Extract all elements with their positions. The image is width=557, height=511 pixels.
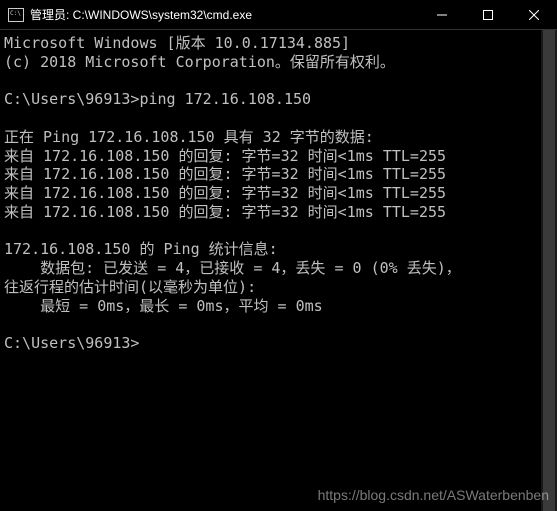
titlebar: 管理员: C:\WINDOWS\system32\cmd.exe bbox=[0, 0, 557, 30]
terminal-line: 数据包: 已发送 = 4，已接收 = 4，丢失 = 0 (0% 丢失)， bbox=[4, 259, 553, 278]
terminal-line bbox=[4, 109, 553, 128]
terminal-line: 正在 Ping 172.16.108.150 具有 32 字节的数据: bbox=[4, 128, 553, 147]
terminal-line bbox=[4, 72, 553, 91]
close-button[interactable] bbox=[511, 0, 557, 29]
cmd-icon bbox=[8, 8, 24, 22]
terminal-line: 来自 172.16.108.150 的回复: 字节=32 时间<1ms TTL=… bbox=[4, 165, 553, 184]
titlebar-controls bbox=[419, 0, 557, 29]
terminal-line: 最短 = 0ms，最长 = 0ms，平均 = 0ms bbox=[4, 297, 553, 316]
terminal-line: C:\Users\96913> bbox=[4, 334, 553, 353]
terminal-line: Microsoft Windows [版本 10.0.17134.885] bbox=[4, 34, 553, 53]
terminal-line: C:\Users\96913>ping 172.16.108.150 bbox=[4, 90, 553, 109]
watermark: https://blog.csdn.net/ASWaterbenben bbox=[318, 487, 549, 503]
terminal-line: 来自 172.16.108.150 的回复: 字节=32 时间<1ms TTL=… bbox=[4, 184, 553, 203]
terminal-line: 172.16.108.150 的 Ping 统计信息: bbox=[4, 240, 553, 259]
terminal-line: 往返行程的估计时间(以毫秒为单位): bbox=[4, 278, 553, 297]
terminal-line: (c) 2018 Microsoft Corporation。保留所有权利。 bbox=[4, 53, 553, 72]
terminal-line bbox=[4, 222, 553, 241]
titlebar-left: 管理员: C:\WINDOWS\system32\cmd.exe bbox=[8, 6, 252, 23]
terminal-output[interactable]: Microsoft Windows [版本 10.0.17134.885](c)… bbox=[0, 30, 557, 357]
scrollbar[interactable] bbox=[541, 30, 557, 511]
maximize-button[interactable] bbox=[465, 0, 511, 29]
terminal-line: 来自 172.16.108.150 的回复: 字节=32 时间<1ms TTL=… bbox=[4, 147, 553, 166]
terminal-line bbox=[4, 315, 553, 334]
scrollbar-thumb[interactable] bbox=[543, 30, 555, 511]
window-title: 管理员: C:\WINDOWS\system32\cmd.exe bbox=[30, 6, 252, 23]
terminal-line: 来自 172.16.108.150 的回复: 字节=32 时间<1ms TTL=… bbox=[4, 203, 553, 222]
minimize-button[interactable] bbox=[419, 0, 465, 29]
